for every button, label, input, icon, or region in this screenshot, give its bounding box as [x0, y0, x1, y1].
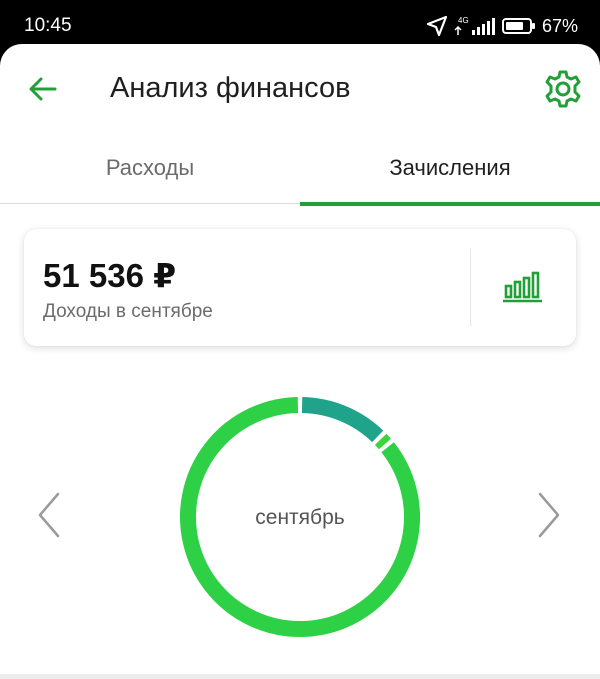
- donut-segment[interactable]: [301, 397, 384, 443]
- battery-icon: [501, 18, 535, 34]
- page-title: Анализ финансов: [110, 72, 351, 104]
- bottom-divider: [0, 674, 600, 679]
- bar-chart-icon: [503, 271, 542, 303]
- tab-bar: Расходы Зачисления: [0, 140, 600, 206]
- app-sheet: Анализ финансов Расходы Зачисления 51 53…: [0, 44, 600, 679]
- signal-icon: 4G: [454, 16, 495, 35]
- chart-button[interactable]: [502, 269, 544, 303]
- arrow-left-icon: [29, 77, 57, 101]
- battery-percent: 67%: [541, 15, 578, 36]
- donut-segment[interactable]: [374, 433, 392, 450]
- income-caption: Доходы в сентябре: [43, 301, 213, 322]
- chevron-left-icon: [38, 492, 60, 538]
- previous-month-button[interactable]: [34, 490, 64, 540]
- status-time: 10:45: [24, 15, 72, 36]
- status-bar: 10:45 4G 67%: [0, 0, 600, 50]
- tab-expenses[interactable]: Расходы: [0, 140, 300, 204]
- location-icon: [426, 15, 448, 37]
- status-icons: 4G 67%: [426, 14, 578, 38]
- income-amount: 51 536 ₽: [43, 257, 177, 294]
- settings-button[interactable]: [543, 69, 583, 109]
- tab-income[interactable]: Зачисления: [300, 140, 600, 204]
- active-tab-indicator: [300, 202, 600, 206]
- income-donut-section: сентябрь: [0, 384, 600, 644]
- card-divider: [470, 249, 471, 326]
- back-button[interactable]: [26, 72, 60, 106]
- gear-icon: [545, 70, 581, 108]
- app-header: Анализ финансов: [0, 44, 600, 136]
- next-month-button[interactable]: [534, 490, 564, 540]
- donut-month-label: сентябрь: [255, 506, 345, 529]
- chevron-right-icon: [538, 492, 560, 538]
- income-summary-card[interactable]: 51 536 ₽ Доходы в сентябре: [24, 229, 576, 346]
- network-type: 4G: [458, 16, 469, 25]
